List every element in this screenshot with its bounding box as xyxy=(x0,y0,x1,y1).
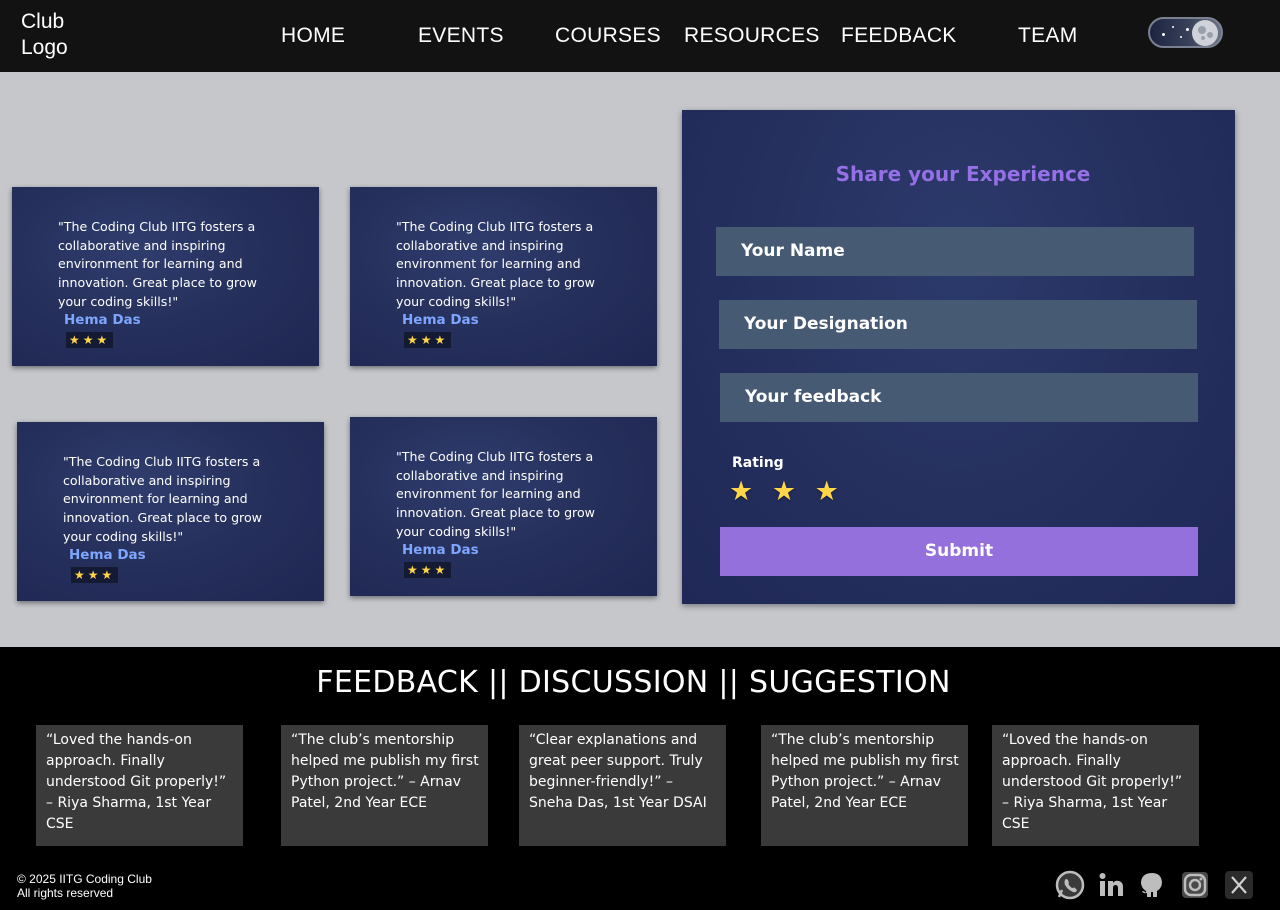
rights-line: All rights reserved xyxy=(17,886,114,900)
testimonial-author: Hema Das xyxy=(64,312,141,328)
star-dot-icon xyxy=(1180,36,1182,38)
testimonial-card: "The Coding Club IITG fosters a collabor… xyxy=(350,417,657,596)
nav-resources-link[interactable]: RESOURCES xyxy=(684,24,820,48)
form-title: Share your Experience xyxy=(835,162,1091,186)
nav-team-link[interactable]: TEAM xyxy=(1018,24,1078,48)
footer-quote-card: “Clear explanations and great peer suppo… xyxy=(519,725,726,846)
rating-stars: ★ ★ ★ xyxy=(729,476,844,507)
footer-quote-card: “The club’s mentorship helped me publish… xyxy=(281,725,488,846)
navbar: Club Logo HOME EVENTS COURSES RESOURCES … xyxy=(0,0,1280,72)
testimonial-stars: ★★★ xyxy=(66,332,114,348)
club-logo[interactable]: Club Logo xyxy=(21,9,68,61)
testimonial-stars: ★★★ xyxy=(71,567,119,583)
moon-icon xyxy=(1192,20,1218,46)
testimonial-card: "The Coding Club IITG fosters a collabor… xyxy=(17,422,324,601)
name-input[interactable]: Your Name xyxy=(716,227,1194,276)
instagram-icon[interactable] xyxy=(1180,870,1210,900)
testimonial-quote: "The Coding Club IITG fosters a collabor… xyxy=(58,219,257,309)
nav-home-link[interactable]: HOME xyxy=(281,24,345,48)
feedback-form: Share your Experience Your Name Your Des… xyxy=(682,110,1235,604)
nav-events-link[interactable]: EVENTS xyxy=(418,24,504,48)
testimonial-author: Hema Das xyxy=(402,542,479,558)
rating-star-icon[interactable]: ★ xyxy=(772,476,801,507)
star-dot-icon xyxy=(1172,26,1174,28)
feedback-input[interactable]: Your feedback xyxy=(720,373,1198,422)
testimonial-quote: "The Coding Club IITG fosters a collabor… xyxy=(396,449,595,539)
linkedin-icon[interactable] xyxy=(1097,870,1127,900)
rating-label: Rating xyxy=(732,455,784,471)
copyright-line: © 2025 IITG Coding Club xyxy=(17,872,152,886)
copyright: © 2025 IITG Coding Club All rights reser… xyxy=(17,872,152,900)
footer: FEEDBACK || DISCUSSION || SUGGESTION “Lo… xyxy=(0,647,1280,910)
rating-star-icon[interactable]: ★ xyxy=(815,476,844,507)
footer-title: FEEDBACK || DISCUSSION || SUGGESTION xyxy=(316,665,951,700)
testimonial-card: "The Coding Club IITG fosters a collabor… xyxy=(12,187,319,366)
footer-quote-card: “The club’s mentorship helped me publish… xyxy=(761,725,968,846)
footer-quote-card: “Loved the hands-on approach. Finally un… xyxy=(36,725,243,846)
github-icon[interactable] xyxy=(1137,870,1167,900)
x-icon[interactable] xyxy=(1224,870,1254,900)
testimonial-quote: "The Coding Club IITG fosters a collabor… xyxy=(63,454,262,544)
testimonial-author: Hema Das xyxy=(402,312,479,328)
star-dot-icon xyxy=(1162,33,1165,36)
theme-toggle[interactable] xyxy=(1148,17,1223,48)
submit-button[interactable]: Submit xyxy=(720,527,1198,576)
testimonial-quote: "The Coding Club IITG fosters a collabor… xyxy=(396,219,595,309)
testimonial-author: Hema Das xyxy=(69,547,146,563)
footer-quote-card: “Loved the hands-on approach. Finally un… xyxy=(992,725,1199,846)
testimonial-stars: ★★★ xyxy=(404,332,452,348)
testimonial-stars: ★★★ xyxy=(404,562,452,578)
whatsapp-icon[interactable] xyxy=(1055,870,1085,900)
nav-feedback-link[interactable]: FEEDBACK xyxy=(841,24,957,48)
star-dot-icon xyxy=(1186,28,1189,31)
rating-star-icon[interactable]: ★ xyxy=(729,476,758,507)
testimonial-card: "The Coding Club IITG fosters a collabor… xyxy=(350,187,657,366)
nav-courses-link[interactable]: COURSES xyxy=(555,24,661,48)
designation-input[interactable]: Your Designation xyxy=(719,300,1197,349)
